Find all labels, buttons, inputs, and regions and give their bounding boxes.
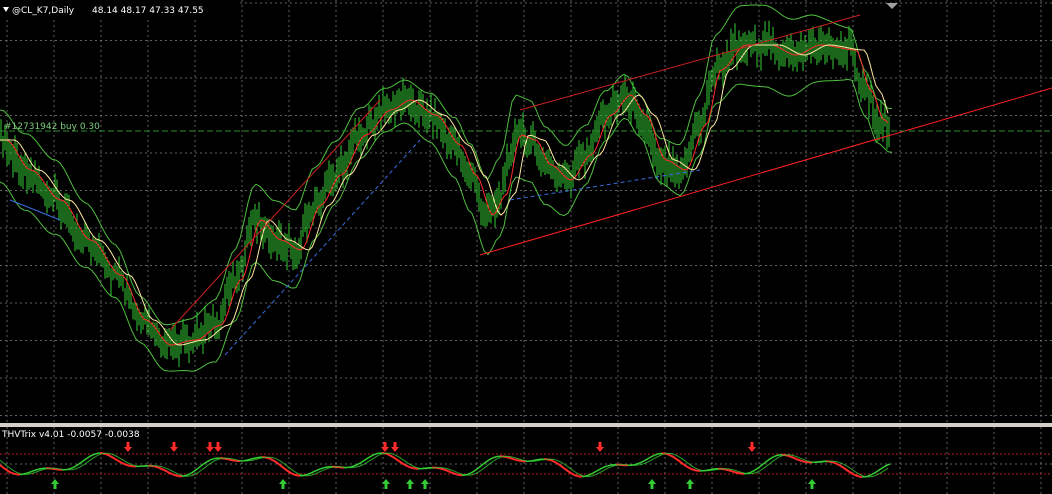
down-arrow-icon [124,442,132,452]
up-arrow-icon [406,479,414,489]
slow-moving-average [0,44,889,346]
price-chart-canvas[interactable]: #12731942 buy 0.30 @CL_K7,Daily 48.14 48… [0,0,1052,423]
trix-lines [0,452,891,478]
indicator-label: THVTrix v4.01 -0.0057 -0.0038 [1,430,140,440]
up-arrow-icon [686,479,694,489]
down-arrow-icon [214,442,222,452]
support-trendline [479,87,1052,256]
down-arrow-icon [748,442,756,452]
trix-falling-line [0,452,863,478]
down-arrow-icon [206,442,214,452]
lower-band [0,78,893,372]
moving-averages [0,44,889,346]
channel-rising-line [169,99,381,331]
upper-band [0,4,893,326]
indicator-canvas[interactable]: THVTrix v4.01 -0.0057 -0.0038 [0,427,1052,494]
indicator-panel[interactable]: THVTrix v4.01 -0.0057 -0.0038 [0,427,1052,494]
price-chart-panel[interactable]: #12731942 buy 0.30 @CL_K7,Daily 48.14 48… [0,0,1052,423]
bollinger-bands [0,4,893,372]
up-arrow-icon [808,479,816,489]
support-dashed-mid [224,139,421,356]
price-bars [0,20,890,367]
down-arrow-icon [381,442,389,452]
support-dashed-right [509,169,701,201]
down-arrow-icon [596,442,604,452]
down-arrow-icon [170,442,178,452]
drawn-trendlines[interactable] [9,14,1052,356]
down-arrow-icon [391,442,399,452]
fast-moving-average [0,44,889,346]
order-level-label: #12731942 buy 0.30 [4,122,100,132]
price-grid [0,0,1052,423]
up-arrow-icon [51,479,59,489]
channel-upper-line [519,14,861,111]
up-arrow-icon [421,479,429,489]
up-arrow-icon [279,479,287,489]
up-arrow-icon [648,479,656,489]
chart-shift-marker-icon[interactable] [886,3,898,9]
trading-terminal-chart-window: #12731942 buy 0.30 @CL_K7,Daily 48.14 48… [0,0,1052,494]
trix-signal-line [0,452,889,478]
symbol-label: @CL_K7,Daily [12,6,75,16]
signal-arrows [51,442,816,489]
price-bars-path [0,20,890,367]
ohlc-values: 48.14 48.17 47.33 47.55 [92,6,204,16]
